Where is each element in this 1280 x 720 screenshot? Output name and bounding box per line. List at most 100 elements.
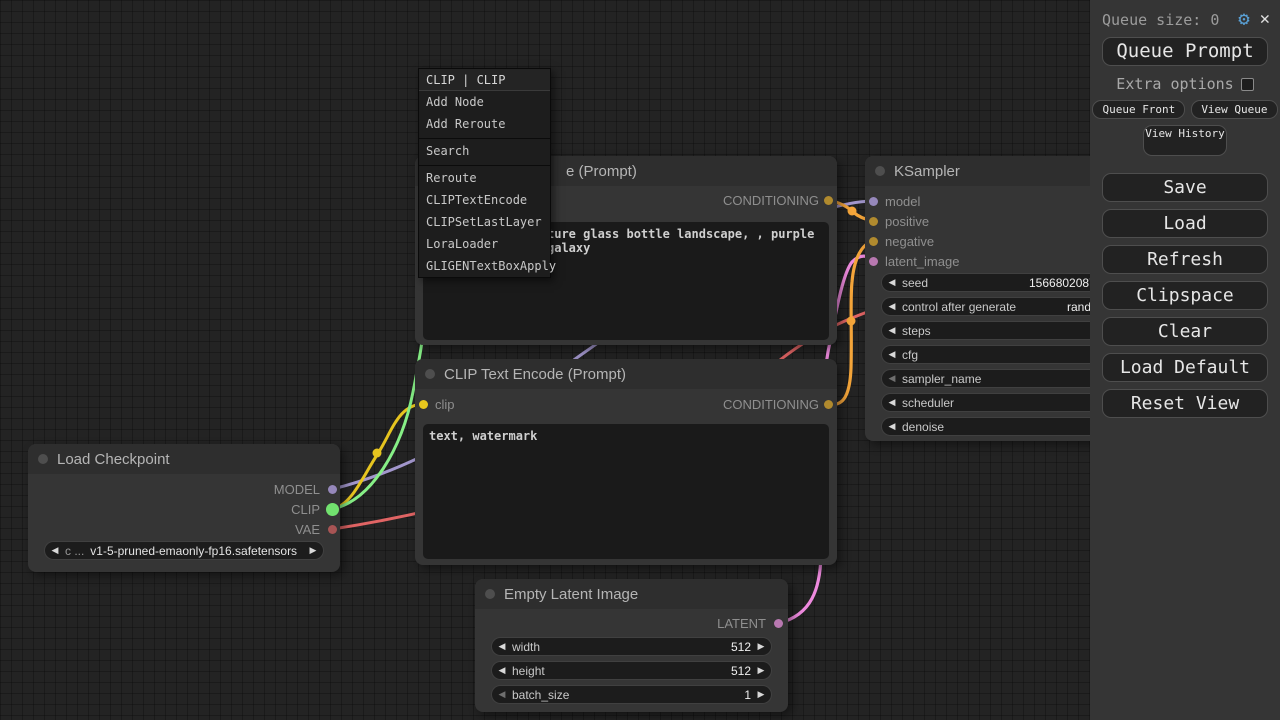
stepper-left-icon[interactable]: ◀ [882,277,902,288]
input-slot-model[interactable] [869,197,878,206]
clipspace-button[interactable]: Clipspace [1102,281,1268,310]
menu-item-reroute[interactable]: Reroute [419,167,550,189]
clear-button[interactable]: Clear [1102,317,1268,346]
reset-view-button[interactable]: Reset View [1102,389,1268,418]
stepper-left-icon[interactable]: ◀ [882,397,902,408]
load-button[interactable]: Load [1102,209,1268,238]
collapse-dot-icon[interactable] [485,589,495,599]
stepper-left-icon[interactable]: ◀ [882,373,902,384]
widget-ckpt-name[interactable]: ◀ c ... v1-5-pruned-emaonly-fp16.safeten… [44,541,324,560]
widget-value: v1-5-pruned-emaonly-fp16.safetensors [84,544,303,558]
menu-item-gligentextboxapply[interactable]: GLIGENTextBoxApply [419,255,550,277]
widget-label: scheduler [902,396,954,410]
output-slot-vae[interactable] [328,525,337,534]
node-title: KSampler [894,163,960,180]
widget-batch-size[interactable]: ◀ batch_size 1 ▶ [491,685,772,704]
node-title: e (Prompt) [566,163,637,180]
input-slot-positive[interactable] [869,217,878,226]
widget-label: batch_size [512,688,569,702]
widget-label: cfg [902,348,918,362]
view-history-button[interactable]: View History [1143,125,1227,156]
menu-item-clipsetlastlayer[interactable]: CLIPSetLastLayer [419,211,550,233]
node-title-bar[interactable]: Load Checkpoint [28,444,340,474]
stepper-left-icon[interactable]: ◀ [882,421,902,432]
stepper-right-icon[interactable]: ▶ [751,689,771,700]
output-slot-conditioning[interactable] [824,400,833,409]
refresh-button[interactable]: Refresh [1102,245,1268,274]
menu-item-loraloader[interactable]: LoraLoader [419,233,550,255]
input-label-model: model [885,194,920,209]
input-label-clip: clip [435,397,455,412]
queue-size-label: Queue size: 0 [1102,11,1232,29]
context-menu-header: CLIP | CLIP [419,69,550,91]
extra-options-checkbox[interactable] [1241,78,1254,91]
output-slot-conditioning[interactable] [824,196,833,205]
node-clip-text-encode-negative[interactable]: CLIP Text Encode (Prompt) clip CONDITION… [415,359,837,565]
context-menu: CLIP | CLIP Add Node Add Reroute Search … [418,68,551,278]
menu-separator [419,135,550,139]
widget-label: height [512,664,545,678]
close-icon[interactable]: ✕ [1260,11,1270,28]
node-title-bar[interactable]: CLIP Text Encode (Prompt) [415,359,837,389]
input-label-negative: negative [885,234,934,249]
node-load-checkpoint[interactable]: Load Checkpoint MODEL CLIP VAE ◀ c ... v… [28,444,340,572]
widget-value: 512 [731,640,751,654]
view-queue-button[interactable]: View Queue [1191,100,1277,119]
widget-label: width [512,640,540,654]
extra-options-label: Extra options [1116,75,1233,93]
output-slot-latent[interactable] [774,619,783,628]
node-title: CLIP Text Encode (Prompt) [444,366,626,383]
menu-item-cliptextencode[interactable]: CLIPTextEncode [419,189,550,211]
stepper-right-icon[interactable]: ▶ [303,545,323,556]
prompt-text: text, watermark [429,429,537,443]
widget-label: seed [902,276,928,290]
settings-gear-icon[interactable]: ⚙ [1238,10,1249,29]
node-title-bar[interactable]: Empty Latent Image [475,579,788,609]
stepper-left-icon[interactable]: ◀ [45,545,65,556]
widget-value: 1 [744,688,751,702]
widget-height[interactable]: ◀ height 512 ▶ [491,661,772,680]
input-slot-latent-image[interactable] [869,257,878,266]
menu-item-search[interactable]: Search [419,140,550,162]
output-slot-model[interactable] [328,485,337,494]
queue-prompt-button[interactable]: Queue Prompt [1102,37,1268,66]
stepper-left-icon[interactable]: ◀ [882,301,902,312]
input-slot-negative[interactable] [869,237,878,246]
output-slot-clip-highlighted[interactable] [326,503,339,516]
menu-item-add-node[interactable]: Add Node [419,91,550,113]
widget-label: sampler_name [902,372,981,386]
node-title: Empty Latent Image [504,586,638,603]
stepper-left-icon[interactable]: ◀ [882,349,902,360]
input-slot-clip[interactable] [419,400,428,409]
collapse-dot-icon[interactable] [38,454,48,464]
widget-width[interactable]: ◀ width 512 ▶ [491,637,772,656]
load-default-button[interactable]: Load Default [1102,353,1268,382]
node-title: Load Checkpoint [57,451,170,468]
menu-separator [419,162,550,166]
output-label-clip: CLIP [291,502,320,517]
collapse-dot-icon[interactable] [425,369,435,379]
widget-label: c ... [65,544,84,558]
output-label-model: MODEL [274,482,320,497]
stepper-left-icon[interactable]: ◀ [492,665,512,676]
comfyui-app: e (Prompt) CONDITIONING ture glass bottl… [0,0,1280,720]
queue-front-button[interactable]: Queue Front [1092,100,1185,119]
widget-label: control after generate [902,300,1016,314]
stepper-left-icon[interactable]: ◀ [492,689,512,700]
output-label-conditioning: CONDITIONING [723,193,819,208]
stepper-left-icon[interactable]: ◀ [882,325,902,336]
stepper-right-icon[interactable]: ▶ [751,665,771,676]
prompt-textarea[interactable]: text, watermark [423,424,829,559]
output-label-vae: VAE [295,522,320,537]
stepper-left-icon[interactable]: ◀ [492,641,512,652]
node-empty-latent-image[interactable]: Empty Latent Image LATENT ◀ width 512 ▶ … [475,579,788,712]
save-button[interactable]: Save [1102,173,1268,202]
collapse-dot-icon[interactable] [875,166,885,176]
widget-value: 1566802087 [1029,276,1096,290]
widget-value: rand [1067,300,1091,314]
input-label-positive: positive [885,214,929,229]
output-label-conditioning: CONDITIONING [723,397,819,412]
menu-item-add-reroute[interactable]: Add Reroute [419,113,550,135]
widget-label: denoise [902,420,944,434]
stepper-right-icon[interactable]: ▶ [751,641,771,652]
